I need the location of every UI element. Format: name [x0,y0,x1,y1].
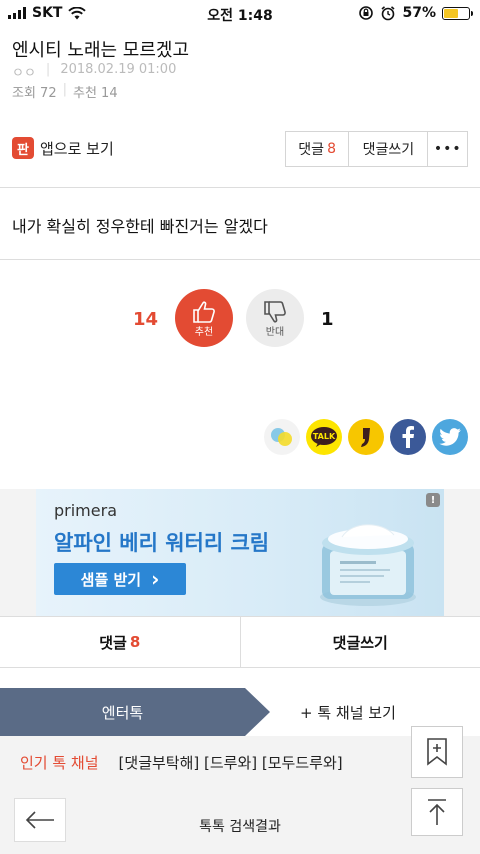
popular-channels-list[interactable]: [댓글부탁해] [드루와] [모두드루와] [119,752,343,773]
comments-button[interactable]: 댓글 8 [286,132,350,166]
post-action-box: 댓글 8 댓글쓰기 ••• [285,131,468,167]
cream-jar-image [320,524,416,606]
chevron-right-icon: › [151,567,160,591]
post-meta-author: ㅇㅇ | 2018.02.19 01:00 [12,62,176,81]
alarm-icon [381,6,396,21]
bookmark-button[interactable] [411,726,463,778]
author-name: ㅇㅇ [12,66,36,81]
post-meta-stats: 조회 72 | 추천 14 [12,82,118,101]
open-in-app-label: 앱으로 보기 [40,139,114,158]
upvote-button[interactable]: 추천 [175,289,233,347]
downvote-count: 1 [321,309,334,330]
share-button-facebook[interactable] [390,419,426,455]
comments-tab-label: 댓글 [99,633,127,652]
rotation-lock-icon [359,6,374,20]
post-body: 내가 확실히 정우한테 빠진거는 알겠다 [12,217,268,236]
back-button[interactable] [14,798,66,842]
comments-label: 댓글 [298,142,325,158]
post-date: 2018.02.19 01:00 [60,62,177,77]
ad-brand: primera [54,501,117,520]
bookmark-add-icon [427,738,447,766]
ad-cta-label: 샘플 받기 [80,570,142,589]
share-button-line[interactable] [264,419,300,455]
meta-separator: | [45,62,51,77]
scroll-to-top-button[interactable] [411,788,463,836]
kakao-label: TALK [313,432,336,441]
battery-percent: 57% [402,5,436,21]
share-button-kakaotalk[interactable]: TALK [306,419,342,455]
kakaotalk-icon: TALK [311,427,337,447]
search-results-link[interactable]: 톡톡 검색결과 [64,804,416,848]
channel-bar: 엔터톡 + 톡 채널 보기 [0,688,480,736]
status-bar: SKT 오전 1:48 57% [0,0,480,28]
meta-separator: | [62,82,67,97]
write-comment-tab[interactable]: 댓글쓰기 [241,617,480,667]
popular-channels-label: 인기 톡 채널 [20,753,99,772]
popular-channels-bar: 인기 톡 채널 [댓글부탁해] [드루와] [모두드루와] [0,736,480,788]
thumbs-down-icon [264,300,286,323]
downvote-label: 반대 [265,326,285,338]
more-options-icon[interactable]: ••• [428,132,467,166]
footer: 톡톡 검색결과 [0,788,480,854]
battery-icon [442,6,473,20]
open-in-app-link[interactable]: 판 앱으로 보기 [12,137,114,159]
recommend-count: 추천 14 [73,86,118,101]
facebook-icon [402,426,414,448]
comments-count: 8 [327,141,336,157]
ad-info-icon[interactable]: ! [426,493,440,507]
battery-level-fill [444,8,458,18]
ad-banner[interactable]: primera 알파인 베리 워터리 크림 샘플 받기 › ! [36,489,444,616]
bottom-comment-tabs: 댓글 8 댓글쓰기 [0,616,480,668]
share-button-twitter[interactable] [432,419,468,455]
overlap-circles-icon [271,428,292,446]
comments-tab[interactable]: 댓글 8 [0,617,241,667]
arrow-up-icon [428,799,446,825]
post-title: 엔시티 노래는 모르겠고 [12,40,190,61]
downvote-button[interactable]: 반대 [246,289,304,347]
ad-headline: 알파인 베리 워터리 크림 [54,531,270,555]
upvote-count: 14 [133,309,159,330]
share-bar: TALK [264,419,468,455]
divider [0,187,480,188]
upvote-label: 추천 [194,326,214,338]
thumbs-up-icon [193,300,215,323]
ad-sample-button[interactable]: 샘플 받기 › [54,563,186,595]
arrow-left-icon [25,811,54,829]
share-button-kakaostory[interactable] [348,419,384,455]
twitter-icon [439,428,461,446]
pann-app-icon: 판 [12,137,34,159]
vote-section: 14 추천 반대 1 [0,289,480,349]
divider [0,259,480,260]
comments-tab-count: 8 [129,633,141,651]
view-channels-link[interactable]: + 톡 채널 보기 [300,688,396,736]
view-count: 조회 72 [12,86,57,101]
write-comment-button[interactable]: 댓글쓰기 [349,132,429,166]
active-channel-label: 엔터톡 [101,703,144,722]
kakaostory-icon [361,428,370,447]
